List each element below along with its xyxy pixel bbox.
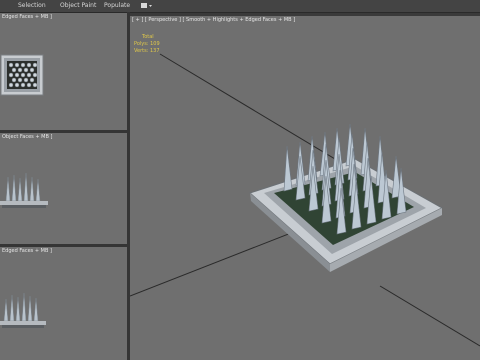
perspective-scene	[130, 53, 480, 347]
tab-object-paint[interactable]: Object Paint	[60, 0, 96, 12]
tab-populate[interactable]: Populate	[104, 0, 130, 12]
viewport-mid-left[interactable]: Object Faces + MB ]	[0, 133, 127, 244]
top-ribbon-bar: Selection Object Paint Populate	[0, 0, 480, 13]
front-view-mesh	[0, 172, 48, 208]
left-view-mesh	[0, 292, 46, 328]
top-view-mesh	[0, 54, 44, 96]
viewport-perspective[interactable]: [ + ] [ Perspective ] [ Smooth + Highlig…	[130, 16, 480, 360]
tab-selection[interactable]: Selection	[18, 0, 46, 12]
viewport-top-left[interactable]: Edged Faces + MB ]	[0, 13, 127, 130]
viewport-bottom-left[interactable]: Edged Faces + MB ]	[0, 247, 127, 360]
menu-dropdown-icon[interactable]	[140, 1, 154, 11]
